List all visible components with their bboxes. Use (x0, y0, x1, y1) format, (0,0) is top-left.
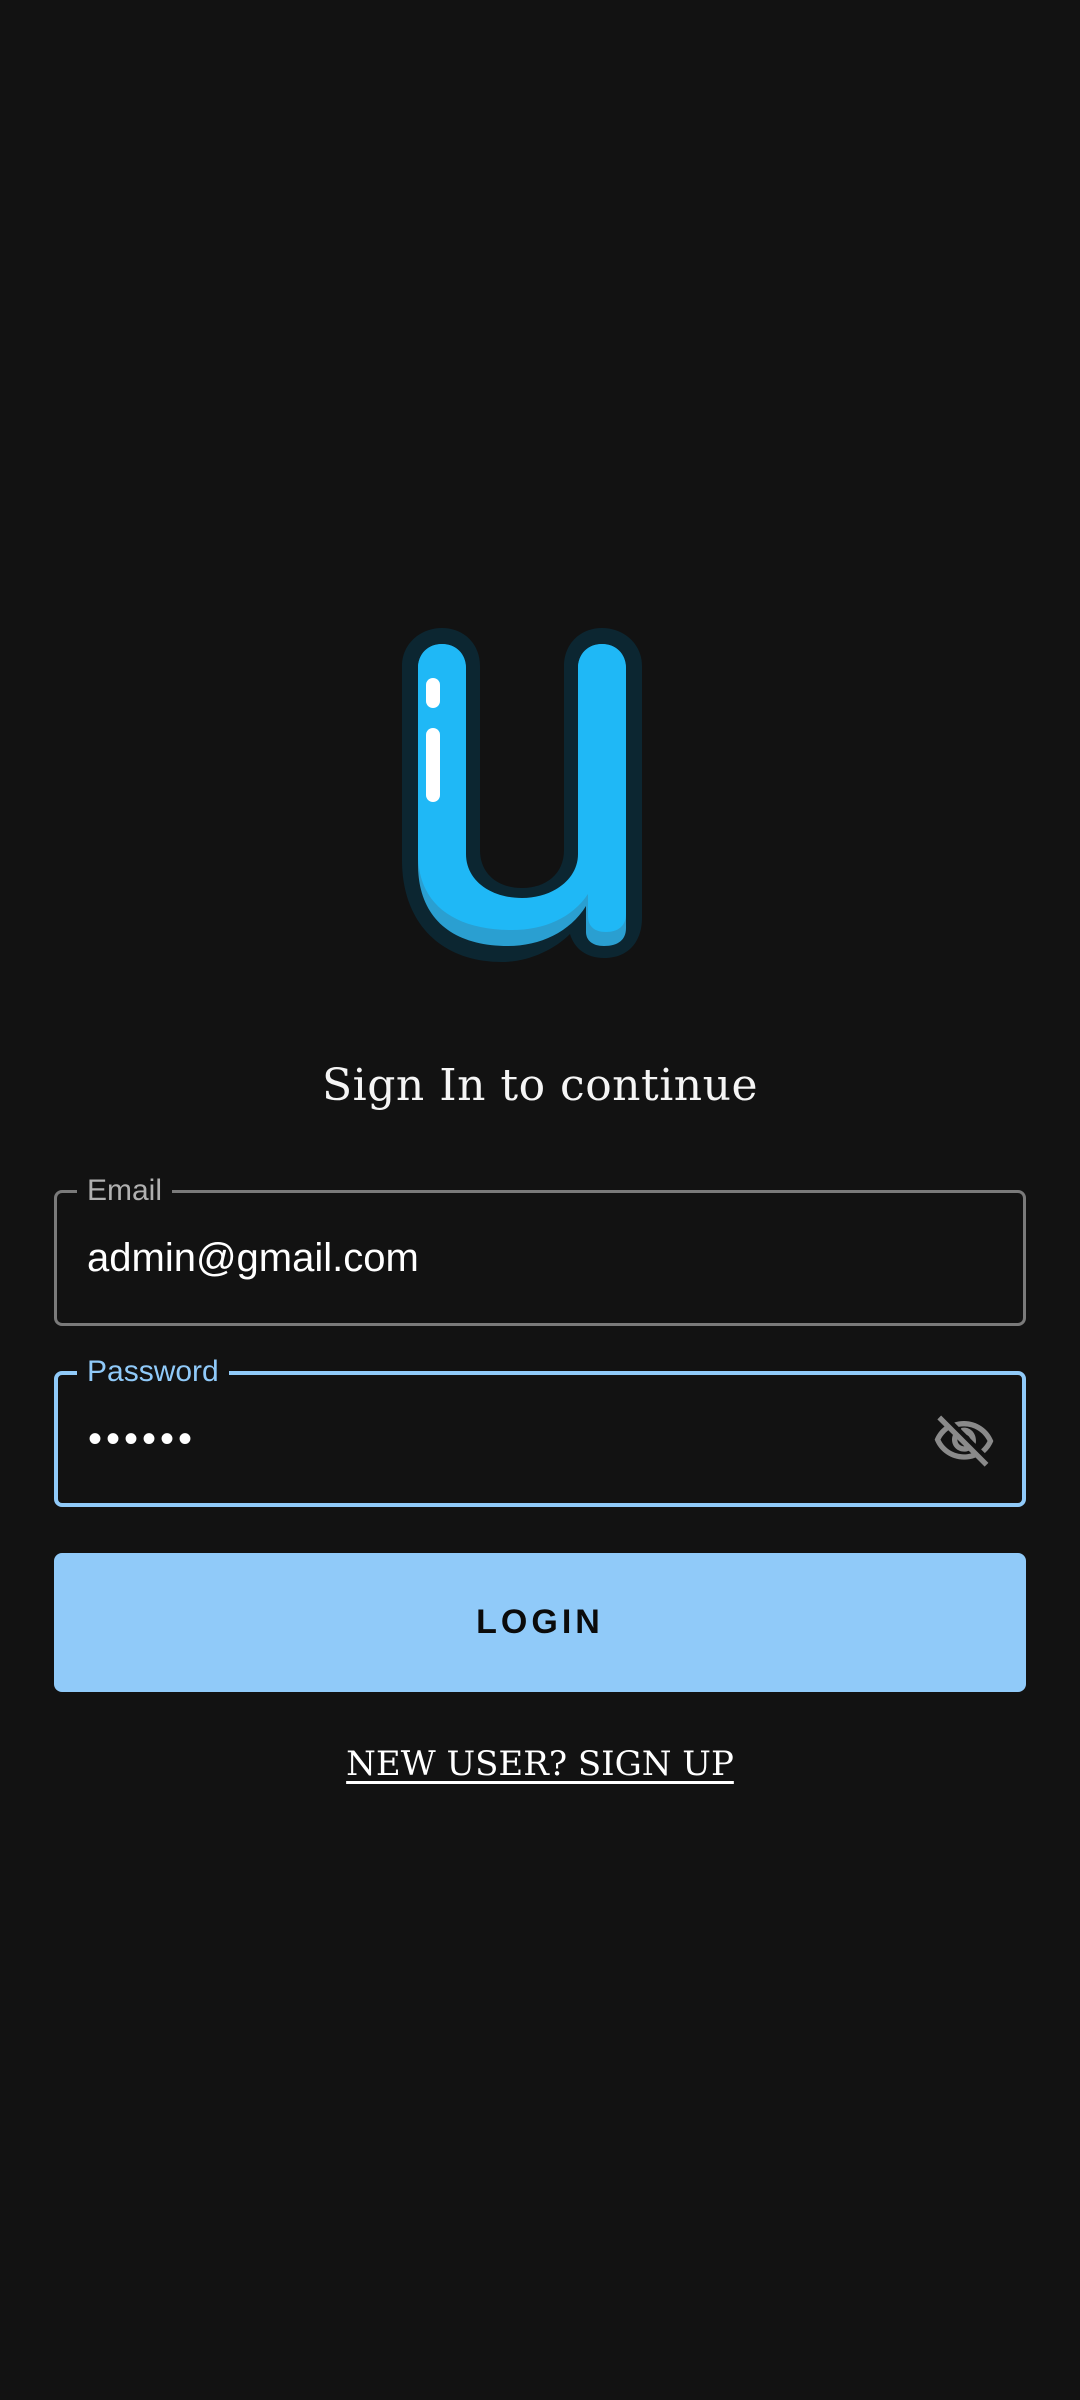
password-input[interactable] (88, 1375, 912, 1503)
signup-link[interactable]: NEW USER? SIGN UP (0, 1744, 1080, 1784)
email-input[interactable] (87, 1193, 993, 1323)
email-field[interactable]: Email (54, 1174, 1026, 1326)
page-subtitle: Sign In to continue (321, 1060, 758, 1111)
letter-u-logo (398, 628, 694, 968)
password-field[interactable]: Password (54, 1355, 1026, 1507)
eye-off-icon[interactable] (932, 1409, 996, 1473)
login-button[interactable]: LOGIN (54, 1553, 1026, 1692)
